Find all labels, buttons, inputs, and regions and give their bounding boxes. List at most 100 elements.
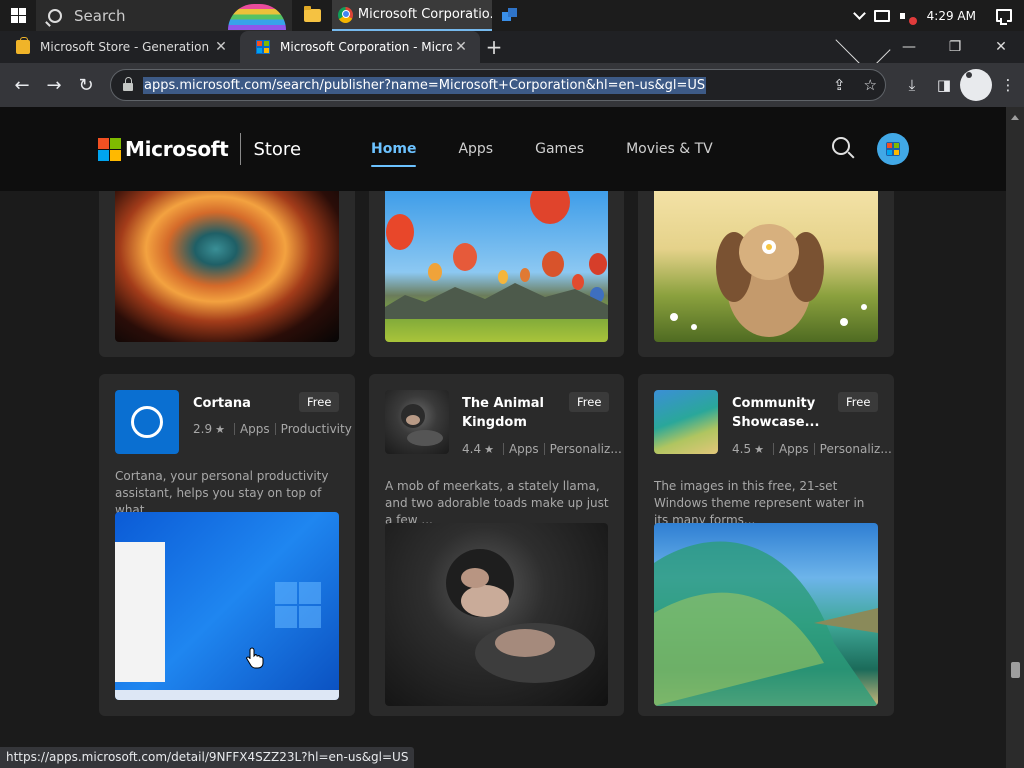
scrollbar-thumb[interactable] xyxy=(1011,662,1020,678)
notifications-icon[interactable] xyxy=(996,9,1012,25)
taskbar: Search Microsoft Corporatio... 4:29 AM xyxy=(0,0,1024,31)
app-meta: 4.4 ★ Apps Personaliz... xyxy=(462,442,622,456)
taskbar-search-box[interactable]: Search xyxy=(36,0,292,31)
tab-search-button[interactable] xyxy=(835,17,891,73)
taskbar-chrome-title: Microsoft Corporatio... xyxy=(357,7,492,22)
taskbar-app-remote[interactable] xyxy=(492,0,528,31)
avatar-store-icon xyxy=(886,142,900,156)
tab-close-icon[interactable]: ✕ xyxy=(212,38,230,56)
app-screenshot-dog xyxy=(654,187,878,342)
meta-divider xyxy=(274,423,276,435)
page-scrollbar[interactable] xyxy=(1006,107,1024,768)
browser-tab-bar: Microsoft Store - Generation Pro ✕ Micro… xyxy=(0,17,1024,73)
tab-title: Microsoft Store - Generation Pro xyxy=(40,40,212,54)
rating-value: 4.4 xyxy=(462,442,482,456)
tray-volume-button[interactable] xyxy=(895,0,919,31)
browser-tab-microsoft-corporation[interactable]: Microsoft Corporation - Microsoft ✕ xyxy=(240,31,480,63)
app-screenshot-cortana xyxy=(115,512,339,700)
tray-clock[interactable]: 4:29 AM xyxy=(919,0,990,31)
store-bag-icon xyxy=(16,37,30,54)
chimp-icon xyxy=(401,404,443,446)
nav-apps[interactable]: Apps xyxy=(458,137,493,161)
meta-divider xyxy=(502,443,504,455)
remote-app-icon xyxy=(502,7,518,24)
app-title: The Animal Kingdom xyxy=(462,396,545,430)
taskbar-chrome-window[interactable]: Microsoft Corporatio... xyxy=(332,0,492,31)
back-button[interactable]: ← xyxy=(6,69,38,101)
app-screenshot-balloons xyxy=(385,187,608,342)
store-header: Microsoft Store Home Apps Games Movies &… xyxy=(0,107,1006,191)
microsoft-logo-icon[interactable] xyxy=(98,137,121,161)
reload-button[interactable]: ↻ xyxy=(70,69,102,101)
nav-home[interactable]: Home xyxy=(371,137,417,167)
restore-button[interactable]: ❐ xyxy=(932,31,978,63)
price-badge: Free xyxy=(299,392,340,412)
app-title: Cortana xyxy=(193,396,251,411)
nav-movies-tv[interactable]: Movies & TV xyxy=(626,137,713,161)
app-description: A mob of meerkats, a stately llama, and … xyxy=(385,479,609,527)
app-type: Apps xyxy=(508,442,539,456)
app-title: Community Showcase... xyxy=(732,396,820,430)
omnibox-actions: ⇪ ☆ xyxy=(833,76,877,94)
hand-cursor-icon xyxy=(246,647,264,669)
network-icon xyxy=(873,9,890,22)
search-icon xyxy=(48,8,62,23)
side-panel-icon[interactable]: ◨ xyxy=(928,69,960,101)
chevron-up-icon xyxy=(852,6,866,20)
brand-divider xyxy=(240,133,242,165)
taskbar-file-explorer[interactable] xyxy=(292,0,332,31)
app-screenshot-nebula xyxy=(115,187,339,342)
menu-kebab-icon[interactable]: ⋮ xyxy=(992,69,1024,101)
browser-tab-store-generation[interactable]: Microsoft Store - Generation Pro ✕ xyxy=(0,31,240,63)
app-category: Personaliz... xyxy=(819,442,892,456)
user-avatar[interactable] xyxy=(877,133,909,165)
dog-illustration xyxy=(670,224,867,337)
app-category: Personaliz... xyxy=(549,442,622,456)
address-bar[interactable]: apps.microsoft.com/search/publisher?name… xyxy=(110,69,886,101)
app-card-community-showcase[interactable]: Community Showcase... Free 4.5 ★ Apps Pe… xyxy=(638,374,894,716)
nav-games[interactable]: Games xyxy=(535,137,584,161)
close-window-button[interactable]: ✕ xyxy=(978,31,1024,63)
new-tab-button[interactable]: + xyxy=(480,31,508,63)
app-screenshot-wave xyxy=(654,523,878,706)
store-nav: Home Apps Games Movies & TV xyxy=(371,137,713,167)
store-search-icon[interactable] xyxy=(832,137,854,159)
cortana-ring-icon xyxy=(131,406,163,438)
chimp-illustration xyxy=(446,549,595,683)
star-icon: ★ xyxy=(215,422,225,436)
browser-toolbar: ← → ↻ apps.microsoft.com/search/publishe… xyxy=(0,63,1024,107)
web-page: Microsoft Store Home Apps Games Movies &… xyxy=(0,107,1006,768)
minimize-button[interactable]: — xyxy=(886,31,932,63)
share-icon[interactable]: ⇪ xyxy=(833,76,846,94)
forward-button[interactable]: → xyxy=(38,69,70,101)
tray-network-button[interactable] xyxy=(869,0,895,31)
meta-divider xyxy=(543,443,545,455)
star-icon: ★ xyxy=(754,442,764,456)
store-label[interactable]: Store xyxy=(253,139,301,160)
lock-icon[interactable] xyxy=(123,77,133,91)
profile-button[interactable] xyxy=(960,69,992,101)
window-controls: — ❐ ✕ xyxy=(835,17,1024,73)
app-type: Apps xyxy=(778,442,809,456)
downloads-icon[interactable]: ⤓ xyxy=(896,69,928,101)
app-category: Productivity xyxy=(280,422,352,436)
brand-name[interactable]: Microsoft xyxy=(125,137,229,161)
meta-divider xyxy=(813,443,815,455)
app-card-cortana[interactable]: Cortana Free 2.9 ★ Apps Productivity Cor… xyxy=(99,374,355,716)
app-meta: 4.5 ★ Apps Personaliz... xyxy=(732,442,892,456)
rating-value: 4.5 xyxy=(732,442,752,456)
windows-logo-icon xyxy=(10,8,26,23)
address-url[interactable]: apps.microsoft.com/search/publisher?name… xyxy=(143,76,707,94)
tab-close-icon[interactable]: ✕ xyxy=(452,38,470,56)
app-card-animal-kingdom[interactable]: The Animal Kingdom Free 4.4 ★ Apps Perso… xyxy=(369,374,624,716)
bookmark-star-icon[interactable]: ☆ xyxy=(864,76,877,94)
price-badge: Free xyxy=(838,392,879,412)
start-button[interactable] xyxy=(0,0,36,31)
chrome-icon xyxy=(338,6,353,23)
search-highlight-image xyxy=(228,4,286,30)
price-badge: Free xyxy=(569,392,610,412)
balloons-illustration xyxy=(385,187,608,319)
status-bar-url: https://apps.microsoft.com/detail/9NFFX4… xyxy=(0,747,415,768)
system-tray: 4:29 AM xyxy=(850,0,1024,31)
scroll-up-arrow-icon[interactable] xyxy=(1011,115,1019,120)
